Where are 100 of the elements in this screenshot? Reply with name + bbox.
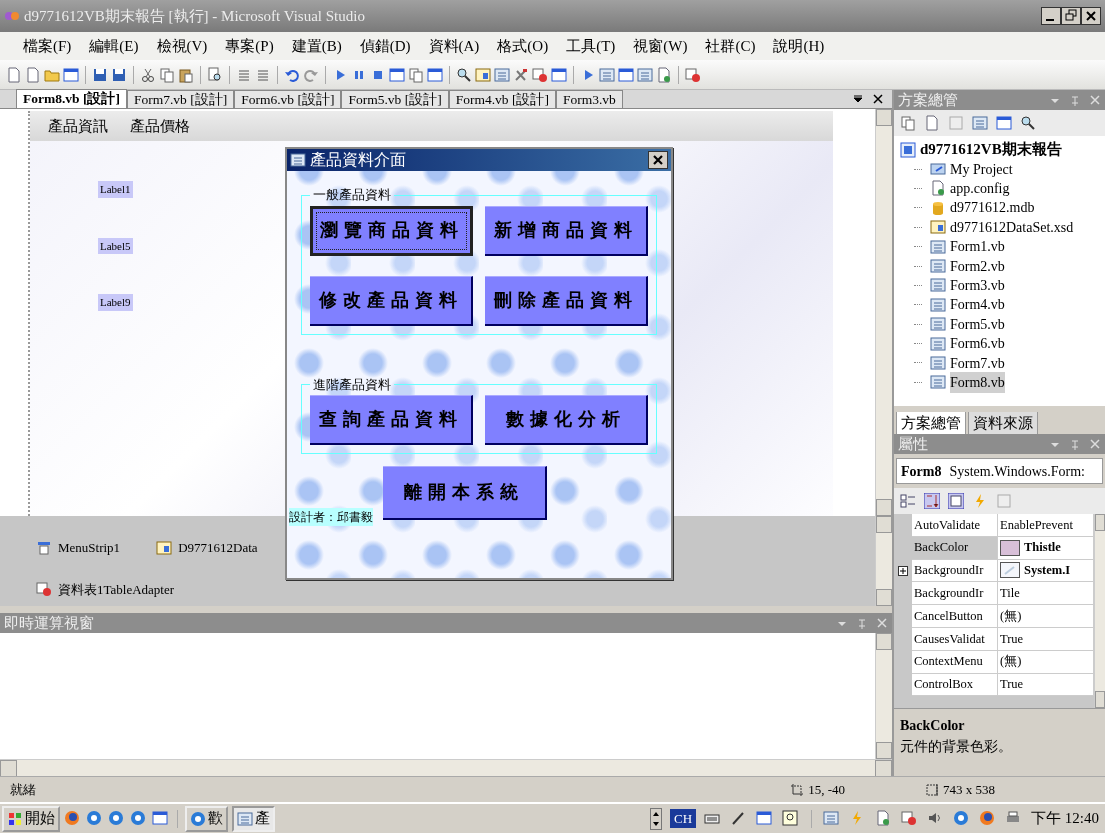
window-icon[interactable] — [389, 66, 405, 83]
tree-item[interactable]: Form4.vb — [950, 294, 1005, 316]
vertical-scrollbar[interactable] — [875, 109, 892, 516]
component-label[interactable]: 資料表1TableAdapter — [58, 579, 175, 599]
properties-icon[interactable] — [900, 115, 916, 131]
taskbar-button[interactable]: 產 — [232, 805, 275, 832]
tree-item[interactable]: Form6.vb — [950, 333, 1005, 355]
menu-item[interactable]: 檢視(V) — [147, 32, 217, 60]
search-icon[interactable] — [456, 66, 472, 83]
page-icon[interactable] — [924, 115, 940, 131]
property-name[interactable]: ControlBox — [912, 673, 998, 697]
close-button[interactable] — [648, 151, 668, 169]
tree-item[interactable]: Form1.vb — [950, 236, 1005, 258]
restore-button[interactable] — [1061, 7, 1081, 25]
label-control[interactable]: Label5 — [98, 237, 133, 254]
window-icon[interactable] — [618, 66, 634, 83]
tree-item[interactable]: Form5.vb — [950, 313, 1005, 335]
round-app-icon[interactable] — [86, 809, 104, 828]
window-icon[interactable] — [152, 809, 170, 828]
properties-icon[interactable] — [948, 493, 964, 509]
search-icon[interactable] — [1020, 115, 1036, 131]
menu-item[interactable]: 偵錯(D) — [350, 32, 420, 60]
copy-icon[interactable] — [159, 66, 175, 83]
property-value[interactable]: (無) — [1000, 606, 1022, 626]
window-icon[interactable] — [756, 809, 775, 828]
menu-item[interactable]: 資料(A) — [419, 32, 489, 60]
expand-icon[interactable] — [898, 566, 908, 576]
adapter-icon[interactable] — [685, 66, 701, 83]
tree-item[interactable]: Form8.vb — [950, 371, 1005, 393]
close-icon[interactable] — [872, 93, 884, 105]
document-tab[interactable]: Form8.vb [設計] — [16, 89, 127, 108]
tree-item[interactable]: d9771612DataSet.xsd — [950, 216, 1074, 238]
window-icon[interactable] — [63, 66, 79, 83]
minimize-button[interactable] — [1041, 7, 1061, 25]
menu-button[interactable]: 修改產品資料 — [310, 275, 473, 326]
component-label[interactable]: D9771612Data — [178, 538, 258, 558]
browser-icon[interactable] — [64, 809, 82, 828]
menu-item[interactable]: 檔案(F) — [14, 32, 81, 60]
alphabetical-icon[interactable] — [924, 493, 940, 509]
menu-item[interactable]: 視窗(W) — [624, 32, 697, 60]
object-selector[interactable]: Form8 System.Windows.Form: — [896, 458, 1103, 484]
property-name[interactable]: BackgroundIr — [912, 582, 998, 606]
menu-button[interactable]: 查詢產品資料 — [310, 395, 473, 445]
tree-item[interactable]: Form3.vb — [950, 274, 1005, 296]
vertical-scrollbar[interactable] — [1094, 514, 1105, 708]
menu-item[interactable]: 產品資訊 — [48, 114, 108, 138]
project-name[interactable]: d9771612VB期末報告 — [920, 138, 1062, 161]
help-icon[interactable] — [782, 809, 801, 828]
panel-tab[interactable]: 資料來源 — [968, 412, 1038, 436]
menu-button[interactable]: 數據化分析 — [485, 395, 648, 445]
tree-item[interactable]: d9771612.mdb — [950, 197, 1035, 219]
vertical-scrollbar[interactable] — [875, 516, 892, 606]
taskbar-button[interactable]: 歡 — [185, 805, 228, 832]
menu-item[interactable]: 社群(C) — [696, 32, 765, 60]
label-control[interactable]: Label9 — [98, 294, 133, 311]
tree-item[interactable]: Form2.vb — [950, 255, 1005, 277]
page-icon[interactable] — [25, 66, 41, 83]
adapter-icon[interactable] — [532, 66, 548, 83]
menu-item[interactable]: 說明(H) — [764, 32, 834, 60]
property-value[interactable]: (無) — [1000, 652, 1022, 672]
close-button[interactable] — [1081, 7, 1101, 25]
horizontal-scrollbar[interactable] — [0, 759, 892, 776]
tree-item[interactable]: My Project — [950, 158, 1013, 180]
property-name[interactable]: BackgroundIr — [912, 559, 998, 583]
save-icon[interactable] — [92, 66, 108, 83]
tree-item[interactable]: Form7.vb — [950, 352, 1005, 374]
window-icon[interactable] — [551, 66, 567, 83]
start-button[interactable]: 開始 — [2, 805, 60, 832]
copy-icon[interactable] — [408, 66, 424, 83]
paste-icon[interactable] — [178, 66, 194, 83]
property-value[interactable]: Tile — [1000, 583, 1020, 603]
window-icon[interactable] — [427, 66, 443, 83]
menu-item[interactable]: 專案(P) — [216, 32, 283, 60]
dataset-icon[interactable] — [475, 66, 491, 83]
document-tab[interactable]: Form5.vb [設計] — [341, 90, 449, 108]
window-icon[interactable] — [996, 115, 1012, 131]
menu-button[interactable]: 新增商品資料 — [485, 205, 648, 256]
categorized-icon[interactable] — [900, 493, 916, 509]
property-name[interactable]: CancelButton — [912, 605, 998, 628]
panel-tab[interactable]: 方案總管 — [896, 412, 966, 436]
menu-item[interactable]: 建置(B) — [282, 32, 351, 60]
menu-button[interactable]: 刪除產品資料 — [485, 275, 648, 326]
property-name[interactable]: BackColor — [912, 536, 998, 560]
menu-item[interactable]: 產品價格 — [130, 114, 190, 138]
tools-icon[interactable] — [513, 66, 529, 83]
component-label[interactable]: MenuStrip1 — [58, 538, 121, 558]
scroll-arrows-icon[interactable] — [650, 807, 662, 830]
config-icon[interactable] — [656, 66, 672, 83]
menu-item[interactable]: 編輯(E) — [80, 32, 148, 60]
language-indicator[interactable]: CH — [670, 808, 697, 829]
label-control[interactable]: Label1 — [98, 181, 133, 198]
document-tab[interactable]: Form7.vb [設計] — [127, 90, 235, 108]
vertical-scrollbar[interactable] — [875, 633, 892, 759]
property-name[interactable]: ContextMenu — [912, 650, 998, 674]
property-value[interactable]: True — [1000, 675, 1024, 694]
save-all-icon[interactable] — [111, 66, 127, 83]
property-name[interactable]: CausesValidat — [912, 628, 998, 651]
document-tab[interactable]: Form3.vb — [556, 90, 623, 108]
document-tab[interactable]: Form6.vb [設計] — [234, 90, 342, 108]
property-name[interactable]: AutoValidate — [912, 514, 998, 537]
